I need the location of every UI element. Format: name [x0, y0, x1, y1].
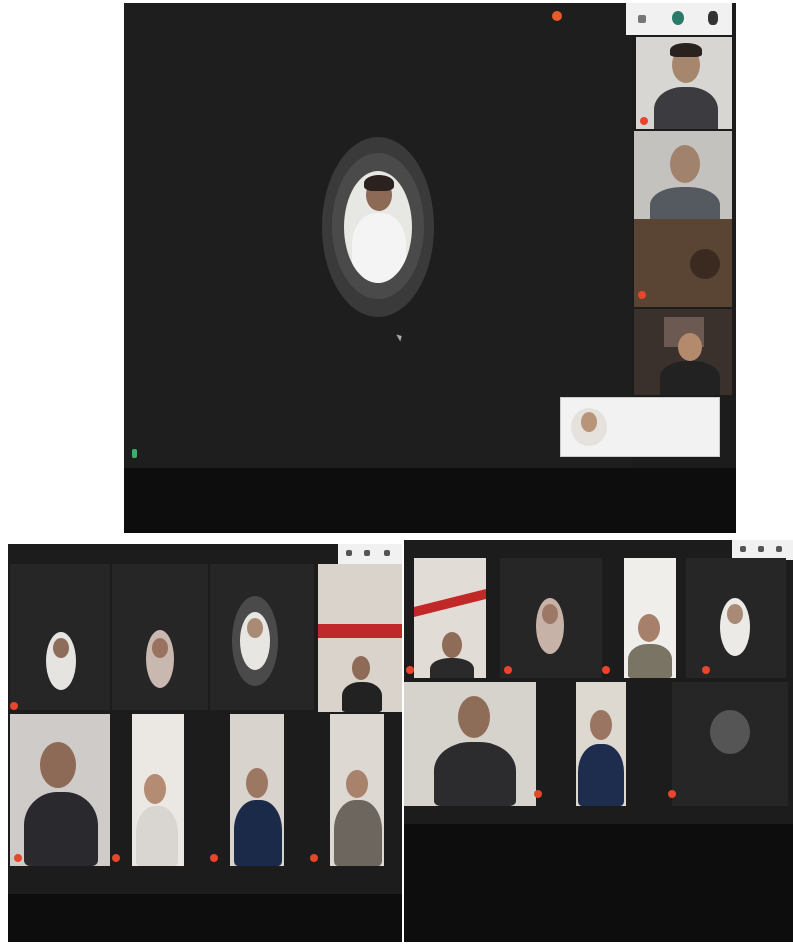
participant-tile[interactable] — [10, 714, 110, 866]
microphone-muted-icon — [504, 666, 512, 674]
participant-tile[interactable] — [672, 682, 788, 806]
participant-tile[interactable] — [10, 564, 110, 710]
participant-tile[interactable] — [500, 558, 602, 678]
microphone-muted-icon — [406, 666, 414, 674]
microphone-muted-icon — [702, 666, 710, 674]
bottom-left-meeting-window — [8, 544, 402, 942]
top-meeting-window — [124, 3, 736, 533]
meeting-control-bar — [124, 468, 736, 533]
participant-tile[interactable] — [330, 714, 384, 866]
microphone-muted-icon — [602, 666, 610, 674]
microphone-muted-icon — [640, 117, 648, 125]
self-mic-icon — [132, 449, 137, 458]
layout-icon[interactable] — [346, 550, 352, 556]
filmstrip-tile-2[interactable] — [634, 131, 732, 219]
placeholder-avatar — [710, 710, 750, 754]
participant-tile[interactable] — [210, 564, 314, 710]
layout-icon[interactable] — [740, 546, 746, 552]
join-notification[interactable] — [560, 397, 720, 457]
notification-avatar — [571, 408, 607, 446]
microphone-muted-icon — [14, 854, 22, 862]
top-toolbar — [732, 540, 793, 560]
people-icon[interactable] — [672, 11, 684, 25]
participant-tile[interactable] — [404, 682, 536, 806]
microphone-muted-icon — [112, 854, 120, 862]
people-icon[interactable] — [364, 550, 370, 556]
wall-stripe — [318, 624, 402, 638]
record-icon — [552, 11, 562, 21]
more-options-icon[interactable] — [384, 550, 390, 556]
people-icon[interactable] — [758, 546, 764, 552]
participant-tile[interactable] — [624, 558, 676, 678]
filmstrip-tile-1[interactable] — [636, 37, 732, 129]
participant-tile[interactable] — [414, 558, 486, 678]
participant-tile[interactable] — [112, 564, 208, 710]
microphone-muted-icon — [10, 702, 18, 710]
microphone-muted-icon — [668, 790, 676, 798]
top-toolbar — [338, 544, 402, 564]
meeting-control-bar — [404, 824, 793, 942]
filmstrip-tile-3[interactable] — [634, 219, 732, 307]
participant-tile[interactable] — [318, 564, 402, 712]
participant-tile[interactable] — [230, 714, 284, 866]
meeting-control-bar — [8, 894, 402, 942]
microphone-muted-icon — [534, 790, 542, 798]
active-speaker-avatar[interactable] — [344, 171, 412, 283]
microphone-muted-icon — [638, 291, 646, 299]
bottom-right-meeting-window — [404, 540, 793, 942]
participant-tile[interactable] — [576, 682, 626, 806]
layout-icon[interactable] — [638, 15, 646, 23]
more-options-icon[interactable] — [776, 546, 782, 552]
participant-tile[interactable] — [132, 714, 184, 866]
microphone-muted-icon — [210, 854, 218, 862]
filmstrip-tile-4[interactable] — [634, 309, 732, 395]
more-options-icon[interactable] — [708, 11, 718, 25]
participant-tile[interactable] — [686, 558, 786, 678]
wall-stripe — [414, 589, 486, 617]
microphone-muted-icon — [310, 854, 318, 862]
top-toolbar — [626, 3, 732, 35]
